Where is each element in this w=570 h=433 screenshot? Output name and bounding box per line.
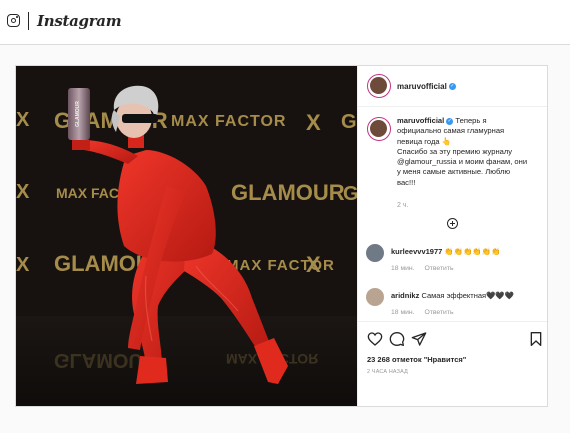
verified-badge-icon: ✓ xyxy=(448,83,456,91)
load-more-comments-icon[interactable] xyxy=(447,218,458,229)
instagram-wordmark[interactable]: Instagram xyxy=(37,12,122,30)
backdrop-x-left-2: X xyxy=(16,181,30,203)
caption-line-6: у меня самые активные. Люблю xyxy=(397,167,511,177)
backdrop-x-left-3: X xyxy=(16,254,30,276)
caption-line-7: вас!!! xyxy=(397,177,416,187)
post-caption: maruvofficial ✓ Теперь я официально самая… xyxy=(397,116,542,188)
author-username[interactable]: maruvofficial ✓ xyxy=(397,82,456,91)
likes-count[interactable]: 23 268 отметок "Нравится" xyxy=(367,355,466,364)
backdrop-g-right-1: GLAMOUR xyxy=(341,111,357,133)
bookmark-icon[interactable] xyxy=(528,331,544,347)
caption-username[interactable]: maruvofficial xyxy=(397,116,444,125)
backdrop-maxfactor-1: MAX FACTOR xyxy=(171,113,286,130)
caption-line-2: официально самая гламурная xyxy=(397,126,505,136)
comment-username[interactable]: kurleevvv1977 xyxy=(391,247,442,256)
heart-icon[interactable] xyxy=(367,331,383,347)
comment-time: 18 мин. xyxy=(391,309,415,316)
top-navigation-bar: Instagram xyxy=(0,0,570,45)
post-card: GLAMOUR MAX FACTOR X GLAMOUR MAX FACTOR … xyxy=(15,65,548,407)
caption-line-3: певица года 👆 xyxy=(397,136,452,146)
caption-author-avatar[interactable] xyxy=(367,117,391,141)
backdrop-g-right-2: GLAMOUR xyxy=(343,183,357,205)
comment-time: 18 мин. xyxy=(391,265,415,272)
comment-text: 👏👏👏👏👏👏 xyxy=(444,247,501,256)
share-icon[interactable] xyxy=(411,331,427,347)
post-photo[interactable]: GLAMOUR MAX FACTOR X GLAMOUR MAX FACTOR … xyxy=(16,66,357,406)
backdrop-x-left-1: X xyxy=(16,109,30,131)
post-actions: 23 268 отметок "Нравится" 2 ЧАСА НАЗАД xyxy=(358,321,547,406)
comment-username[interactable]: aridnikz xyxy=(391,291,419,300)
post-header: maruvofficial ✓ xyxy=(358,66,547,107)
photo-artwork: GLAMOUR MAX FACTOR X GLAMOUR MAX FACTOR … xyxy=(16,66,357,406)
caption-time[interactable]: 2 ч. xyxy=(397,202,408,209)
caption-line-1: Теперь я xyxy=(455,116,487,125)
caption-line-5: @glamour_russia и моим фанам, они xyxy=(397,157,528,167)
post-time-ago[interactable]: 2 ЧАСА НАЗАД xyxy=(367,369,408,375)
comment-body: aridnikz Самая эффектная🖤🖤🖤 xyxy=(391,291,514,300)
trophy-label: GLAMOUR xyxy=(75,101,81,127)
backdrop-glamour-2: GLAMOUR xyxy=(231,180,345,205)
caption-verified-badge-icon: ✓ xyxy=(446,117,454,125)
comment-avatar[interactable] xyxy=(366,288,384,306)
logo-divider xyxy=(28,12,29,30)
caption-line-4: Спасибо за эту премию журналу xyxy=(397,146,513,156)
comment-reply-button[interactable]: Ответить xyxy=(424,309,453,316)
comment-icon[interactable] xyxy=(389,331,405,347)
post-side-panel: maruvofficial ✓ maruvofficial ✓ Теперь я о… xyxy=(357,66,547,406)
comment-avatar[interactable] xyxy=(366,244,384,262)
backdrop-x-1: X xyxy=(306,110,321,135)
author-avatar[interactable] xyxy=(367,74,391,98)
comment-reply-button[interactable]: Ответить xyxy=(424,265,453,272)
comment-meta: 18 мин. Ответить xyxy=(391,309,454,316)
comment-meta: 18 мин. Ответить xyxy=(391,265,454,272)
author-username-text[interactable]: maruvofficial xyxy=(397,82,447,91)
comment-body: kurleevvv1977 👏👏👏👏👏👏 xyxy=(391,247,500,256)
instagram-glyph-icon[interactable] xyxy=(7,14,20,27)
backdrop-x-3: X xyxy=(306,252,321,277)
comment-item: kurleevvv1977 👏👏👏👏👏👏 18 мин. Ответить xyxy=(358,244,547,284)
comment-text: Самая эффектная🖤🖤🖤 xyxy=(421,291,515,300)
